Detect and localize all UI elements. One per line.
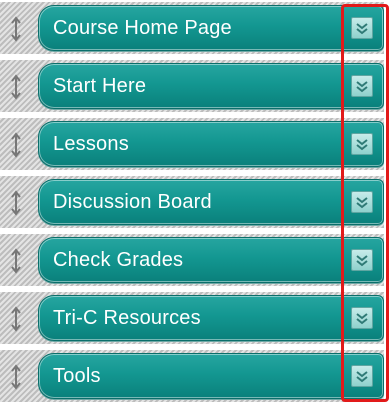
menu-item-label: Tri-C Resources bbox=[53, 307, 201, 329]
menu-button-check-grades[interactable]: Check Grades bbox=[38, 237, 384, 283]
chevron-down-icon[interactable] bbox=[351, 365, 373, 387]
drag-handle-icon[interactable] bbox=[9, 132, 23, 158]
menu-button-tri-c-resources[interactable]: Tri-C Resources bbox=[38, 295, 384, 341]
course-menu: Course Home Page Start Here Lessons Disc… bbox=[0, 0, 391, 408]
menu-row-tools: Tools bbox=[0, 350, 384, 402]
menu-item-label: Tools bbox=[53, 365, 101, 387]
menu-item-label: Course Home Page bbox=[53, 17, 232, 39]
chevron-down-icon[interactable] bbox=[351, 249, 373, 271]
menu-row-start-here: Start Here bbox=[0, 60, 384, 112]
menu-row-discussion-board: Discussion Board bbox=[0, 176, 384, 228]
menu-row-lessons: Lessons bbox=[0, 118, 384, 170]
chevron-down-icon[interactable] bbox=[351, 17, 373, 39]
menu-button-start-here[interactable]: Start Here bbox=[38, 63, 384, 109]
menu-button-lessons[interactable]: Lessons bbox=[38, 121, 384, 167]
drag-handle-icon[interactable] bbox=[9, 74, 23, 100]
drag-handle-icon[interactable] bbox=[9, 248, 23, 274]
chevron-down-icon[interactable] bbox=[351, 75, 373, 97]
menu-item-label: Discussion Board bbox=[53, 191, 212, 213]
menu-item-label: Lessons bbox=[53, 133, 129, 155]
drag-handle-icon[interactable] bbox=[9, 16, 23, 42]
menu-row-course-home-page: Course Home Page bbox=[0, 2, 384, 54]
menu-item-label: Check Grades bbox=[53, 249, 184, 271]
menu-button-discussion-board[interactable]: Discussion Board bbox=[38, 179, 384, 225]
chevron-down-icon[interactable] bbox=[351, 307, 373, 329]
menu-item-label: Start Here bbox=[53, 75, 147, 97]
menu-button-tools[interactable]: Tools bbox=[38, 353, 384, 399]
menu-button-course-home-page[interactable]: Course Home Page bbox=[38, 5, 384, 51]
menu-row-tri-c-resources: Tri-C Resources bbox=[0, 292, 384, 344]
drag-handle-icon[interactable] bbox=[9, 306, 23, 332]
chevron-down-icon[interactable] bbox=[351, 133, 373, 155]
drag-handle-icon[interactable] bbox=[9, 190, 23, 216]
drag-handle-icon[interactable] bbox=[9, 364, 23, 390]
chevron-down-icon[interactable] bbox=[351, 191, 373, 213]
menu-row-check-grades: Check Grades bbox=[0, 234, 384, 286]
